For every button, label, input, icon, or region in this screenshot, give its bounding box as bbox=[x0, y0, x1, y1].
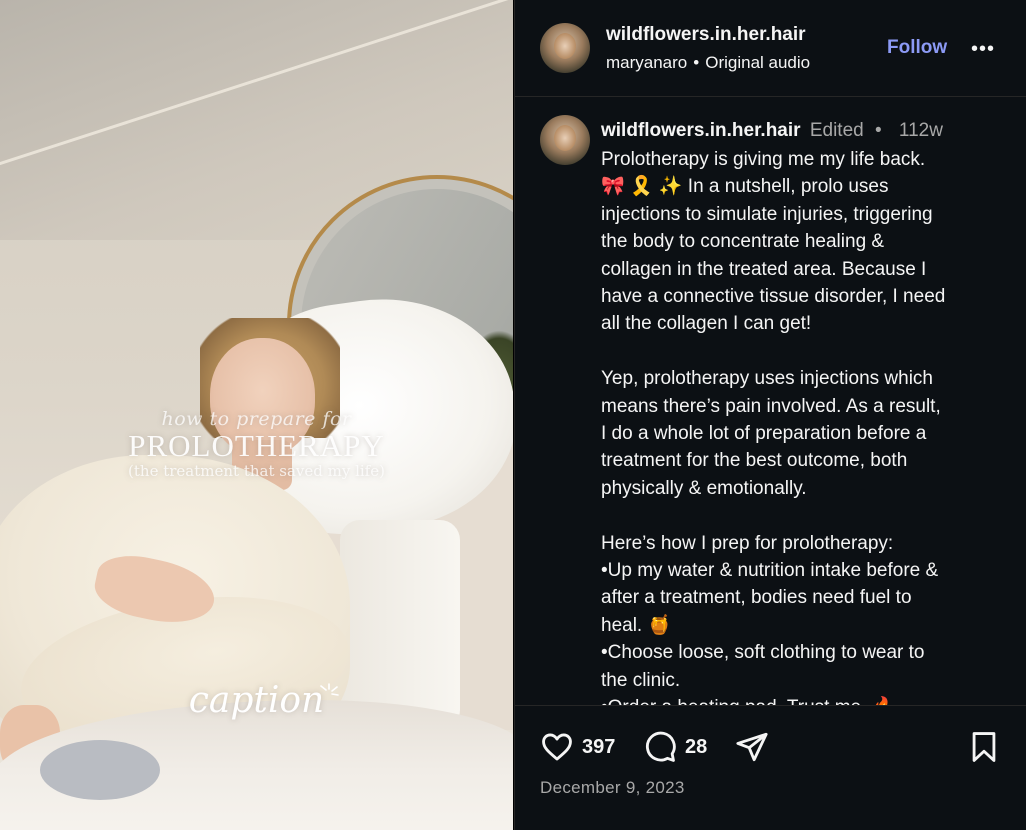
post-time-ago[interactable]: 112w bbox=[899, 120, 943, 141]
caption-line: after a treatment, bodies need fuel to bbox=[601, 587, 912, 609]
caption-line: 🎀 🎗️ ✨ In a nutshell, prolo uses bbox=[601, 176, 889, 198]
caption-line: •Order a heating pad. Trust me. 🔥 bbox=[601, 694, 1011, 705]
caption-line: means there’s pain involved. As a result… bbox=[601, 395, 941, 417]
audio-author[interactable]: maryanaro bbox=[606, 53, 687, 72]
sparkle-icon bbox=[320, 683, 339, 696]
like-button[interactable]: 397 bbox=[540, 730, 615, 764]
post-media[interactable]: how to prepare for PROLOTHERAPY (the tre… bbox=[0, 0, 513, 830]
caption-username[interactable]: wildflowers.in.her.hair bbox=[601, 120, 801, 141]
heart-icon bbox=[542, 733, 572, 761]
caption-line: have a connective tissue disorder, I nee… bbox=[601, 286, 946, 308]
header-username[interactable]: wildflowers.in.her.hair bbox=[606, 24, 806, 46]
caption-avatar[interactable] bbox=[540, 115, 590, 165]
overlay-title: PROLOTHERAPY bbox=[128, 428, 385, 463]
comment-icon bbox=[645, 731, 676, 762]
post-header: wildflowers.in.her.hair maryanaro • Origin… bbox=[515, 0, 1026, 97]
caption-line: I do a whole lot of preparation before a bbox=[601, 423, 927, 445]
more-icon[interactable]: ••• bbox=[971, 38, 995, 61]
share-button[interactable] bbox=[735, 730, 769, 764]
grey-sheet bbox=[40, 740, 160, 800]
caption-line: physically & emotionally. bbox=[601, 477, 807, 499]
audio-info: maryanaro • Original audio bbox=[606, 53, 810, 73]
bookmark-icon bbox=[972, 732, 996, 762]
post-date[interactable]: December 9, 2023 bbox=[540, 778, 685, 798]
overlay-subtitle: (the treatment that saved my life) bbox=[128, 462, 385, 480]
caption-line: Yep, prolotherapy uses injections which bbox=[601, 368, 933, 390]
edited-label: Edited bbox=[809, 120, 864, 141]
caption-line: Prolotherapy is giving me my life back. bbox=[601, 149, 926, 170]
avatar[interactable] bbox=[540, 23, 590, 73]
caption-line: the body to concentrate healing & bbox=[601, 231, 885, 253]
overlay-caption-word: caption bbox=[188, 680, 325, 721]
comment-count[interactable]: 28 bbox=[685, 736, 707, 759]
caption-line: •Choose loose, soft clothing to wear to bbox=[601, 642, 925, 664]
caption-line: heal. 🍯 bbox=[601, 614, 672, 636]
caption-header: wildflowers.in.her.hair Edited • 112w bbox=[601, 120, 943, 142]
like-count[interactable]: 397 bbox=[582, 736, 615, 759]
separator: • bbox=[693, 53, 700, 72]
share-icon bbox=[736, 732, 768, 762]
save-button[interactable] bbox=[967, 730, 1001, 764]
caption-line: •Up my water & nutrition intake before & bbox=[601, 560, 939, 582]
action-bar: 397 28 December 9, 2023 bbox=[515, 705, 1026, 830]
caption-line: the clinic. bbox=[601, 669, 681, 691]
overlay-small-text: how to prepare for bbox=[161, 408, 352, 430]
follow-button[interactable]: Follow bbox=[887, 37, 947, 59]
caption-text: Prolotherapy is giving me my life back. 🎀… bbox=[601, 146, 1011, 705]
caption-line: injections to simulate injuries, trigger… bbox=[601, 203, 933, 225]
caption-line: all the collagen I can get! bbox=[601, 313, 812, 335]
caption-line: treatment for the best outcome, both bbox=[601, 450, 908, 472]
post-side-panel: wildflowers.in.her.hair maryanaro • Origin… bbox=[514, 0, 1026, 830]
audio-label[interactable]: Original audio bbox=[705, 53, 810, 72]
separator: • bbox=[874, 120, 882, 141]
caption-area[interactable]: wildflowers.in.her.hair Edited • 112w Pr… bbox=[515, 98, 1026, 705]
comment-button[interactable]: 28 bbox=[643, 730, 707, 764]
caption-line: Here’s how I prep for prolotherapy: bbox=[601, 532, 894, 554]
caption-line: collagen in the treated area. Because I bbox=[601, 258, 927, 280]
